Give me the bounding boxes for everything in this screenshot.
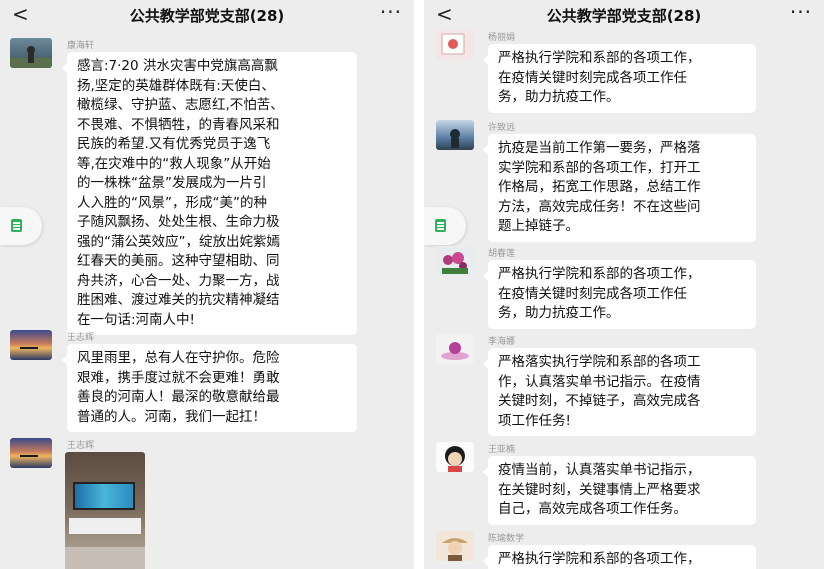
message-image[interactable] <box>65 452 145 569</box>
ellipsis-icon[interactable]: ··· <box>790 0 812 24</box>
sender-name: 杨丽娟 <box>488 33 516 43</box>
chat-panel-right: < 公共教学部党支部(28) ··· 杨丽娟 严格执行学院和系部的各项工作， 在… <box>424 0 824 569</box>
message-bubble[interactable]: 严格执行学院和系部的各项工作， <box>483 545 756 569</box>
avatar[interactable] <box>10 38 52 68</box>
avatar[interactable] <box>436 334 474 364</box>
sender-name: 许致远 <box>488 123 516 133</box>
message-bubble[interactable]: 严格落实执行学院和系部的各项工 作，认真落实单书记指示。在疫情 关键时刻，不掉链… <box>483 348 756 436</box>
avatar[interactable] <box>436 246 474 276</box>
message-bubble[interactable]: 疫情当前，认真落实单书记指示， 在关键时刻，关键事情上严格要求 自己，高效完成各… <box>483 456 756 525</box>
sender-name: 李海娜 <box>488 337 516 347</box>
floor-shape <box>65 547 145 569</box>
avatar[interactable] <box>436 30 474 60</box>
avatar[interactable] <box>436 120 474 150</box>
avatar[interactable] <box>436 531 474 561</box>
chat-header: < 公共教学部党支部(28) ··· <box>0 0 414 30</box>
avatar-photo-icon <box>10 46 52 68</box>
message-bubble[interactable]: 严格执行学院和系部的各项工作， 在疫情关键时刻完成各项工作任 务，助力抗疫工作。 <box>483 260 756 329</box>
floating-note-button[interactable] <box>424 207 466 245</box>
avatar-card-icon <box>441 33 465 55</box>
sender-name: 王亚楠 <box>488 445 516 455</box>
avatar-sunset-icon <box>20 347 38 349</box>
sender-name: 陈瑜数学 <box>488 534 525 544</box>
chat-panel-left: < 公共教学部党支部(28) ··· 康海轩 感言:7·20 洪水灾害中党旗高高… <box>0 0 414 569</box>
message-bubble[interactable]: 感言:7·20 洪水灾害中党旗高高飘 扬,坚定的英雄群体既有:天使白、 橄榄绿、… <box>62 52 357 335</box>
avatar-cartoon-icon <box>442 538 468 561</box>
avatar-flower-icon <box>442 252 468 274</box>
note-icon <box>435 219 446 232</box>
cabinet-shape <box>69 518 141 534</box>
tv-icon <box>73 482 135 510</box>
note-icon <box>11 219 22 232</box>
sender-name: 胡春莲 <box>488 249 516 259</box>
chat-title: 公共教学部党支部(28) <box>129 7 285 25</box>
avatar[interactable] <box>436 442 474 472</box>
message-bubble[interactable]: 抗疫是当前工作第一要务，严格落 实学院和系部的各项工作，打开工 作格局，拓宽工作… <box>483 134 756 242</box>
avatar[interactable] <box>10 330 52 360</box>
message-bubble[interactable]: 风里雨里，总有人在守护你。危险 艰难，携手度过就不会更难！勇敢 善良的河南人！最… <box>62 344 357 432</box>
message-bubble[interactable]: 严格执行学院和系部的各项工作， 在疫情关键时刻完成各项工作任 务，助力抗疫工作。 <box>483 44 756 113</box>
ellipsis-icon[interactable]: ··· <box>380 0 402 24</box>
sender-name: 王志辉 <box>67 441 95 451</box>
avatar-photo-icon <box>450 129 460 148</box>
sender-name: 康海轩 <box>67 41 95 51</box>
sender-name: 王志辉 <box>67 333 95 343</box>
avatar-sunset-icon <box>20 455 38 457</box>
chat-header: < 公共教学部党支部(28) ··· <box>424 0 824 30</box>
avatar[interactable] <box>10 438 52 468</box>
floating-note-button[interactable] <box>0 207 42 245</box>
avatar-flower-icon <box>441 342 469 360</box>
avatar-cartoon-icon <box>445 446 465 472</box>
chat-title: 公共教学部党支部(28) <box>546 7 702 25</box>
